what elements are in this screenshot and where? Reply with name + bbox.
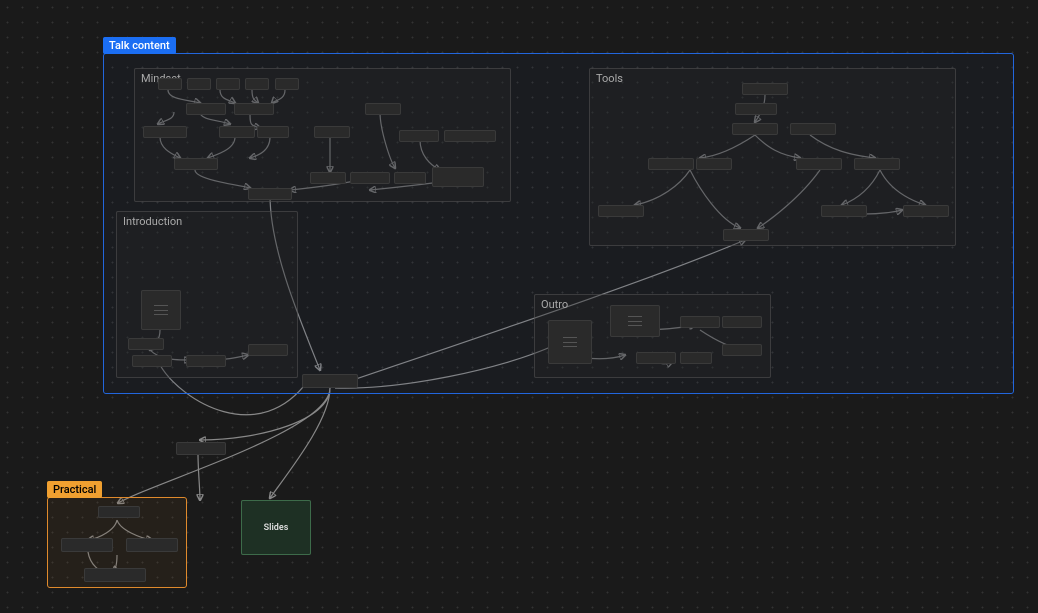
node[interactable] <box>275 78 299 90</box>
node[interactable] <box>735 103 777 115</box>
node[interactable] <box>722 316 762 328</box>
node[interactable] <box>732 123 778 135</box>
node[interactable] <box>132 355 172 367</box>
node[interactable] <box>742 83 788 95</box>
node[interactable] <box>61 538 113 552</box>
node[interactable] <box>723 229 769 241</box>
node[interactable] <box>186 355 226 367</box>
node[interactable] <box>98 506 140 518</box>
node[interactable] <box>248 188 292 200</box>
node[interactable] <box>854 158 900 170</box>
node[interactable] <box>598 205 644 217</box>
node[interactable] <box>187 78 211 90</box>
node[interactable] <box>128 338 164 350</box>
card-node[interactable] <box>548 320 592 364</box>
node[interactable] <box>796 158 842 170</box>
node[interactable] <box>219 126 255 138</box>
node[interactable] <box>314 126 350 138</box>
node[interactable] <box>310 172 346 184</box>
node[interactable] <box>257 126 289 138</box>
node[interactable] <box>790 123 836 135</box>
node[interactable] <box>248 344 288 356</box>
node[interactable] <box>126 538 178 552</box>
node[interactable] <box>821 205 867 217</box>
node[interactable] <box>234 103 274 115</box>
node[interactable] <box>176 442 226 455</box>
node[interactable] <box>245 78 269 90</box>
group-label-talk-content: Talk content <box>103 37 176 54</box>
canvas[interactable]: Talk content Mindset Tools Introduction … <box>0 0 1038 613</box>
node[interactable] <box>648 158 694 170</box>
node-main[interactable] <box>302 374 358 388</box>
slides-node[interactable]: Slides <box>241 500 311 555</box>
node[interactable] <box>350 172 390 184</box>
node[interactable] <box>158 78 182 90</box>
node[interactable] <box>186 103 226 115</box>
node[interactable] <box>399 130 439 142</box>
node[interactable] <box>444 130 496 142</box>
node[interactable] <box>143 126 187 138</box>
node[interactable] <box>84 568 146 582</box>
node[interactable] <box>722 344 762 356</box>
text-lines-icon <box>628 316 642 326</box>
node[interactable] <box>365 103 401 115</box>
card-node[interactable] <box>141 290 181 330</box>
node[interactable] <box>903 205 949 217</box>
subgroup-label-introduction: Introduction <box>123 215 182 228</box>
node[interactable] <box>174 158 218 170</box>
node[interactable] <box>394 172 426 184</box>
subgroup-label-outro: Outro <box>541 298 568 311</box>
node[interactable] <box>636 352 676 364</box>
subgroup-label-tools: Tools <box>596 72 623 85</box>
node[interactable] <box>680 352 712 364</box>
group-label-practical: Practical <box>47 481 102 498</box>
node[interactable] <box>432 167 484 187</box>
node[interactable] <box>680 316 720 328</box>
card-node[interactable] <box>610 305 660 337</box>
node[interactable] <box>216 78 240 90</box>
text-lines-icon <box>154 305 168 315</box>
node[interactable] <box>696 158 732 170</box>
text-lines-icon <box>563 337 577 347</box>
